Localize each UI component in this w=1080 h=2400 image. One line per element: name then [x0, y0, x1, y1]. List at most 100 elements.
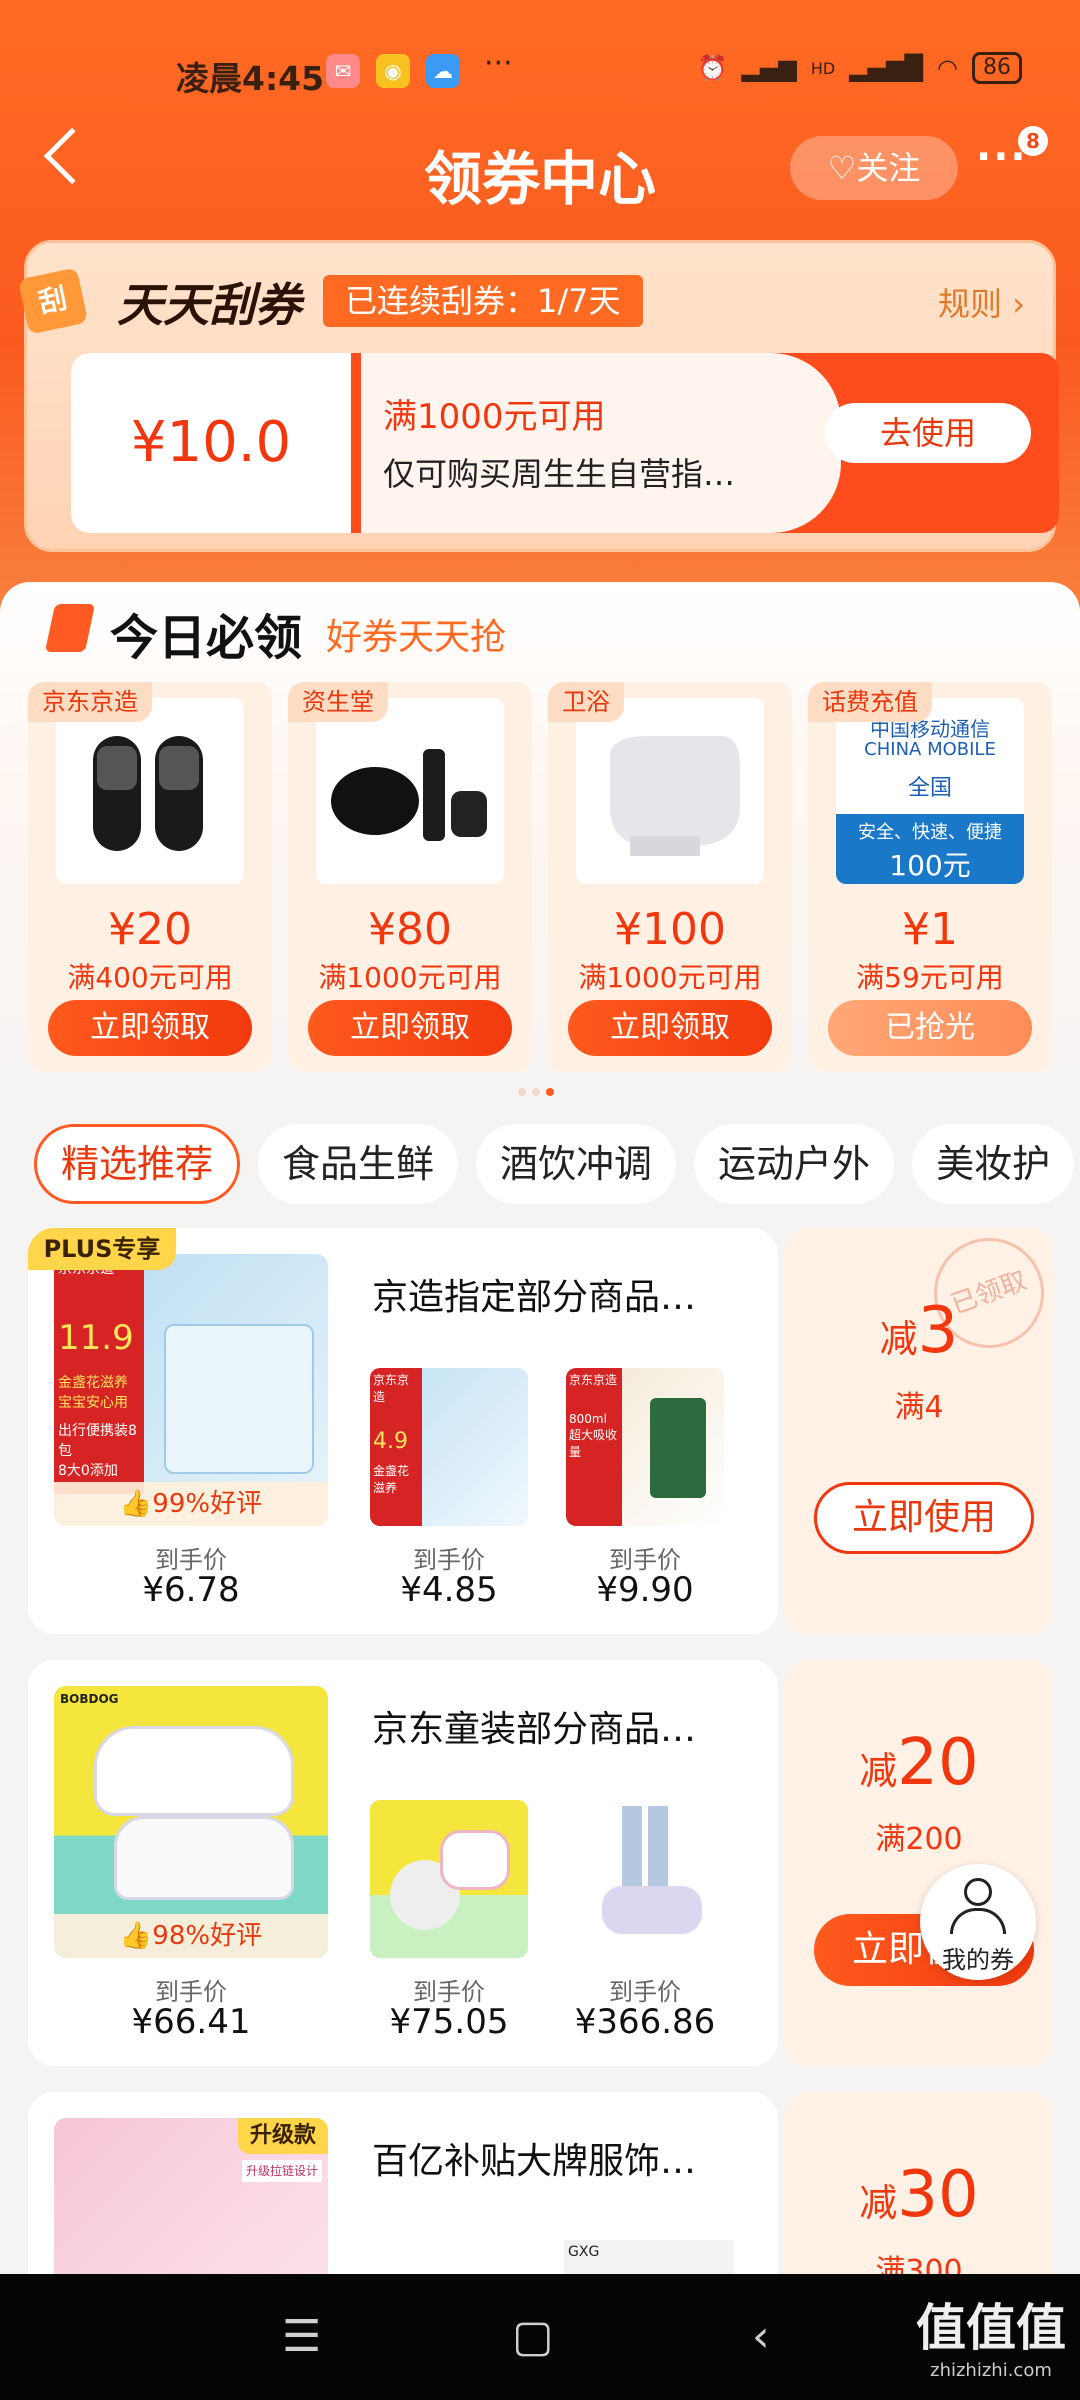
scratch-card-panel: 刮 天天刮券 已连续刮券：1/7天 规则 › ¥10.0 满1000元可用 仅可… [17, 240, 1059, 552]
status-bar: 凌晨4:45 ✉ ◉ ☁ ··· ⏰ ▂▄▆ HD ▂▄▆█ ◠ 86 [0, 46, 1080, 98]
wipes-image[interactable]: 京东京造 11.9 金盏花滋养 宝宝安心用 出行便携装8包 8大0添加 👍99%… [54, 1254, 328, 1526]
coupon-tag: 资生堂 [288, 682, 388, 722]
coupon-condition: 满1000元可用 [578, 961, 762, 994]
cosmetics-image [316, 698, 504, 884]
claim-button[interactable]: 立即领取 [568, 1000, 772, 1056]
coupon-price: ¥100 [614, 904, 726, 955]
product-thumb[interactable]: 京东京造 4.9 金盏花滋养 [370, 1368, 528, 1526]
claim-button[interactable]: 立即领取 [308, 1000, 512, 1056]
final-price: ¥366.86 [574, 2002, 716, 2042]
mobile-value: 100元 [889, 849, 971, 882]
scratch-logo-icon: 刮 [17, 267, 89, 335]
today-subtitle: 好券天天抢 [326, 617, 507, 658]
tab-food[interactable]: 食品生鲜 [258, 1124, 459, 1204]
product-thumb[interactable] [370, 1800, 528, 1958]
wifi-icon: ◠ [937, 54, 958, 82]
follow-button[interactable]: ♡关注 [790, 136, 958, 200]
coupon-price: ¥80 [368, 904, 452, 955]
final-price: ¥66.41 [131, 2002, 251, 2042]
discount-condition: 满200 [875, 1822, 963, 1857]
more-notifications-icon: ··· [484, 46, 513, 81]
coupon-card[interactable]: 卫浴 ¥100 满1000元可用 立即领取 [548, 682, 792, 1072]
category-tabs: 精选推荐 食品生鲜 酒饮冲调 运动户外 美妆护 [34, 1124, 1080, 1204]
coupon-condition: 满1000元可用 [318, 961, 502, 994]
img-line3: 出行便携装8包 [58, 1423, 137, 1459]
my-coupons-button[interactable]: 我的券 [920, 1864, 1036, 1980]
final-price: ¥9.90 [596, 1570, 694, 1610]
product-thumb[interactable]: 京东京造 800ml 超大吸收量 [566, 1368, 724, 1526]
alarm-icon: ⏰ [697, 54, 728, 82]
mobile-tags: 安全、快速、便捷 [858, 822, 1002, 843]
discount-amount: 减30 [859, 2158, 979, 2232]
top-nav: 领券中心 ♡关注 ··· 8 [0, 118, 1080, 218]
plus-badge: PLUS专享 [28, 1228, 176, 1270]
app-notification-icon: ✉ [326, 54, 360, 88]
coupon-tag: 京东京造 [28, 682, 152, 722]
menu-icon[interactable]: ☰ [282, 2274, 321, 2400]
rating-badge: 👍98%好评 [54, 1914, 328, 1958]
img-line4: 8大0添加 [58, 1463, 118, 1479]
scratch-coupon: ¥10.0 满1000元可用 仅可购买周生生自营指… 去使用 [71, 353, 1059, 533]
message-badge: 8 [1018, 126, 1048, 156]
china-mobile-image: 中国移动通信 CHINA MOBILE 全国 安全、快速、便捷 100元 [836, 698, 1024, 884]
weibo-icon: ◉ [376, 54, 410, 88]
coupon-tag: 卫浴 [548, 682, 624, 722]
rules-link[interactable]: 规则 › [938, 279, 1025, 325]
today-title: 今日必领 [110, 610, 303, 666]
product-name: 百亿补贴大牌服饰… [372, 2141, 697, 2182]
coupon-row[interactable]: BOBDOG 👍98%好评 京东童装部分商品… 到手价 ¥66.41 到手价 ¥… [28, 1660, 1054, 2066]
thumb-brand: 京东京造 [569, 1373, 618, 1387]
today-section: 今日必领 好券天天抢 京东京造 ¥20 满400元可用 立即领取 资生堂 ¥80… [0, 582, 1080, 1082]
tab-beauty[interactable]: 美妆护 [912, 1124, 1075, 1204]
status-right: ⏰ ▂▄▆ HD ▂▄▆█ ◠ 86 [698, 52, 1022, 84]
cloud-icon: ☁ [426, 54, 460, 88]
img-line2: 宝宝安心用 [58, 1395, 128, 1411]
toilet-image [576, 698, 764, 884]
coupon-condition: 满400元可用 [67, 961, 233, 994]
gxg-logo: GXG [568, 2244, 600, 2260]
tab-drinks[interactable]: 酒饮冲调 [476, 1124, 677, 1204]
final-price: ¥75.05 [389, 2002, 509, 2042]
signal-icon: ▂▄▆ [741, 54, 797, 82]
upgrade-sub: 升级拉链设计 [242, 2160, 322, 2182]
upgrade-badge: 升级款 [238, 2118, 328, 2154]
thumb-price: 4.9 [373, 1429, 408, 1454]
coupon-card[interactable]: 资生堂 ¥80 满1000元可用 立即领取 [288, 682, 532, 1072]
signal2-icon: ▂▄▆█ [849, 54, 924, 82]
discount-ticket: 减20 满200 立即使用 [784, 1660, 1054, 2066]
coupon-card[interactable]: 中国移动通信 CHINA MOBILE 全国 安全、快速、便捷 100元 话费充… [808, 682, 1052, 1072]
sold-out-button[interactable]: 已抢光 [828, 1000, 1032, 1056]
discount-ticket: 已领取 减3 满4 立即使用 [784, 1222, 1060, 1634]
coupon-card[interactable]: 京东京造 ¥20 满400元可用 立即领取 [28, 682, 272, 1072]
product-name: 京东童装部分商品… [372, 1709, 697, 1750]
use-coupon-button[interactable]: 去使用 [825, 403, 1031, 463]
use-now-button[interactable]: 立即使用 [814, 1482, 1034, 1554]
my-coupons-label: 我的券 [942, 1946, 1014, 1974]
discount-condition: 满4 [894, 1390, 944, 1425]
final-price: ¥4.85 [400, 1570, 498, 1610]
product-thumb[interactable] [566, 1800, 724, 1958]
product-name: 京造指定部分商品… [372, 1277, 697, 1318]
slippers-image [56, 698, 244, 884]
coupon-price: ¥1 [902, 904, 958, 955]
watermark: 值值值 zhizhizhi.com [916, 2299, 1066, 2381]
tab-outdoor[interactable]: 运动户外 [694, 1124, 895, 1204]
scratch-amount: ¥10.0 [71, 353, 351, 533]
carousel-indicator [518, 1088, 554, 1096]
thumb-text: 800ml 超大吸收量 [569, 1412, 618, 1459]
coupon-row[interactable]: 京东京造 11.9 金盏花滋养 宝宝安心用 出行便携装8包 8大0添加 👍99%… [28, 1222, 1060, 1634]
tab-recommended[interactable]: 精选推荐 [34, 1124, 241, 1204]
hd-label: HD [810, 58, 836, 78]
flag-icon [44, 604, 96, 652]
home-icon[interactable]: ▢ [512, 2274, 554, 2400]
claim-button[interactable]: 立即领取 [48, 1000, 252, 1056]
discount-amount: 减20 [859, 1726, 979, 1800]
mobile-label: 全国 [907, 776, 952, 801]
thumb-text: 金盏花滋养 [373, 1464, 410, 1495]
img-line1: 金盏花滋养 [58, 1375, 128, 1391]
back-nav-icon[interactable]: ‹ [752, 2274, 770, 2400]
product-panel: BOBDOG 👍98%好评 京东童装部分商品… 到手价 ¥66.41 到手价 ¥… [28, 1660, 778, 2066]
coupon-condition: 满59元可用 [856, 961, 1004, 994]
kids-sandals-image[interactable]: BOBDOG 👍98%好评 [54, 1686, 328, 1958]
coupon-price: ¥20 [108, 904, 192, 955]
